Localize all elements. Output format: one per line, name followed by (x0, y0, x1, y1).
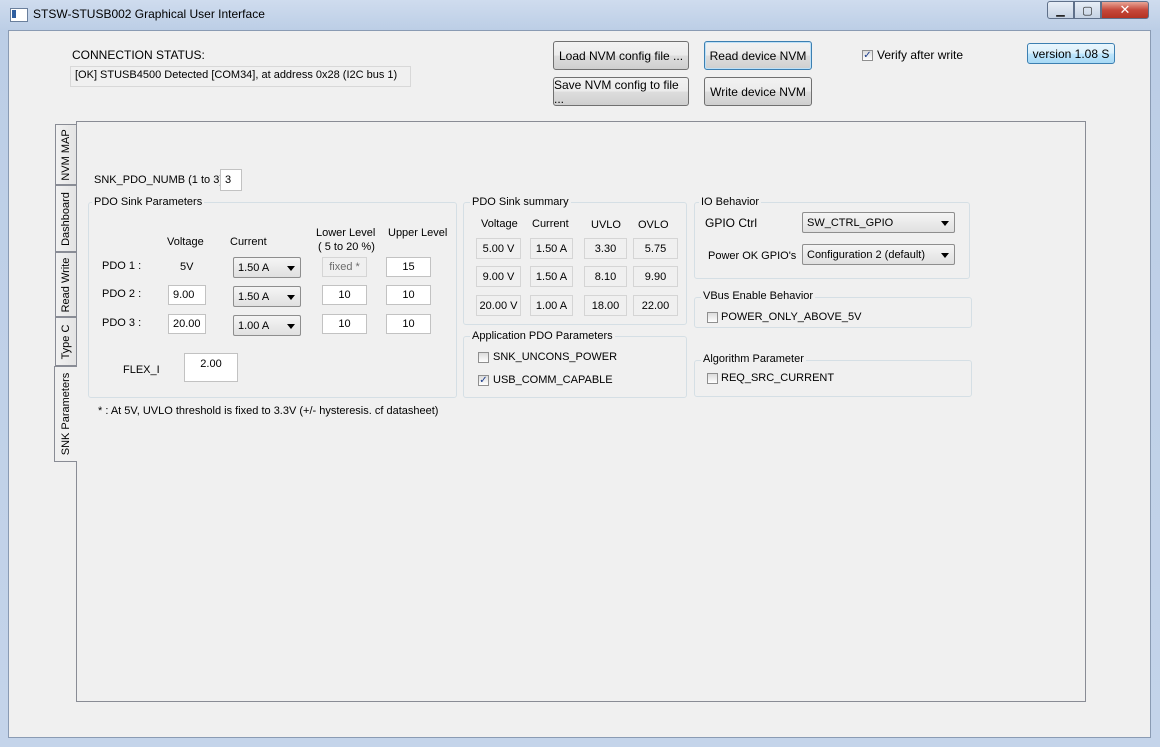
connection-status-field: [OK] STUSB4500 Detected [COM34], at addr… (70, 66, 411, 87)
close-button[interactable]: ✕ (1101, 1, 1149, 19)
load-nvm-config-button[interactable]: Load NVM config file ... (553, 41, 689, 70)
window-title: STSW-STUSB002 Graphical User Interface (33, 7, 265, 21)
snk-uncons-power-checkbox[interactable] (478, 352, 489, 363)
read-device-nvm-button[interactable]: Read device NVM (704, 41, 812, 70)
pdo2-current-select[interactable]: 1.50 A (233, 286, 301, 307)
summary-header-ovlo: OVLO (638, 219, 669, 231)
usb-comm-capable-checkbox[interactable]: ✓ (478, 375, 489, 386)
summary-cell: 20.00 V (476, 295, 521, 316)
verify-after-write-checkbox[interactable]: ✓ (862, 50, 873, 61)
title-bar: STSW-STUSB002 Graphical User Interface ▁… (0, 0, 1160, 28)
flex-i-label: FLEX_I (123, 364, 160, 376)
application-pdo-parameters-group (463, 336, 687, 398)
summary-cell: 22.00 (633, 295, 678, 316)
gpio-ctrl-label: GPIO Ctrl (705, 216, 758, 230)
application-pdo-parameters-title: Application PDO Parameters (470, 330, 615, 342)
tab-snk-parameters-label: SNK Parameters (60, 372, 72, 456)
summary-cell: 1.50 A (530, 266, 573, 287)
write-device-nvm-button[interactable]: Write device NVM (704, 77, 812, 106)
pdo-sink-parameters-title: PDO Sink Parameters (92, 196, 205, 208)
summary-cell: 5.75 (633, 238, 678, 259)
tab-snk-parameters[interactable]: SNK Parameters (54, 366, 77, 462)
summary-cell: 9.90 (633, 266, 678, 287)
col-lower-level-header: Lower Level (316, 227, 376, 239)
pdo-sink-summary-title: PDO Sink summary (470, 196, 571, 208)
app-icon (10, 8, 28, 22)
chevron-down-icon (287, 323, 295, 329)
chevron-down-icon (287, 294, 295, 300)
usb-comm-capable-label: USB_COMM_CAPABLE (493, 374, 613, 386)
pdo1-label: PDO 1 : (102, 260, 142, 272)
pdo3-lower-level-input[interactable]: 10 (322, 314, 367, 334)
summary-cell: 9.00 V (476, 266, 521, 287)
verify-after-write-label: Verify after write (877, 48, 964, 62)
uvlo-footnote: * : At 5V, UVLO threshold is fixed to 3.… (98, 405, 439, 417)
summary-header-voltage: Voltage (481, 218, 518, 230)
tab-nvm-map-label: NVM MAP (60, 128, 72, 181)
pdo1-current-select[interactable]: 1.50 A (233, 257, 301, 278)
chevron-down-icon (287, 265, 295, 271)
power-ok-gpio-select[interactable]: Configuration 2 (default) (802, 244, 955, 265)
pdo1-lower-level: fixed * (322, 257, 367, 277)
pdo3-label: PDO 3 : (102, 317, 142, 329)
power-ok-gpio-value: Configuration 2 (default) (807, 248, 926, 261)
tab-dashboard[interactable]: Dashboard (55, 185, 76, 252)
save-nvm-config-button[interactable]: Save NVM config to file ... (553, 77, 689, 106)
summary-cell: 1.50 A (530, 238, 573, 259)
maximize-button[interactable]: ▢ (1074, 1, 1101, 19)
minimize-button[interactable]: ▁ (1047, 1, 1074, 19)
gpio-ctrl-value: SW_CTRL_GPIO (807, 216, 894, 229)
chevron-down-icon (941, 252, 949, 258)
pdo2-current-value: 1.50 A (238, 290, 270, 303)
power-only-above-5v-checkbox[interactable] (707, 312, 718, 323)
pdo3-current-value: 1.00 A (238, 319, 270, 332)
power-ok-gpio-label: Power OK GPIO's (708, 250, 797, 262)
connection-status-label: CONNECTION STATUS: (72, 48, 205, 62)
col-lower-level-range: ( 5 to 20 %) (318, 241, 375, 253)
power-only-above-5v-label: POWER_ONLY_ABOVE_5V (721, 311, 862, 323)
summary-cell: 18.00 (584, 295, 627, 316)
req-src-current-label: REQ_SRC_CURRENT (721, 372, 835, 384)
pdo2-lower-level-input[interactable]: 10 (322, 285, 367, 305)
snk-pdo-numb-label: SNK_PDO_NUMB (1 to 3) (94, 174, 223, 186)
pdo3-upper-level-input[interactable]: 10 (386, 314, 431, 334)
summary-cell: 5.00 V (476, 238, 521, 259)
tab-type-c[interactable]: Type C (55, 317, 76, 366)
pdo2-voltage-input[interactable]: 9.00 (168, 285, 206, 305)
col-upper-level-header: Upper Level (388, 227, 448, 239)
pdo1-upper-level-input[interactable]: 15 (386, 257, 431, 277)
tab-nvm-map[interactable]: NVM MAP (55, 124, 76, 185)
tab-read-write[interactable]: Read Write (55, 252, 76, 317)
pdo2-label: PDO 2 : (102, 288, 142, 300)
version-button[interactable]: version 1.08 S (1027, 43, 1115, 64)
snk-uncons-power-label: SNK_UNCONS_POWER (493, 351, 618, 363)
summary-header-current: Current (532, 218, 569, 230)
col-voltage-header: Voltage (167, 236, 204, 248)
pdo3-voltage-input[interactable]: 20.00 (168, 314, 206, 334)
algorithm-parameter-title: Algorithm Parameter (701, 353, 806, 365)
pdo1-current-value: 1.50 A (238, 261, 270, 274)
io-behavior-title: IO Behavior (699, 196, 762, 208)
pdo3-current-select[interactable]: 1.00 A (233, 315, 301, 336)
summary-header-uvlo: UVLO (591, 219, 621, 231)
req-src-current-checkbox[interactable] (707, 373, 718, 384)
pdo2-upper-level-input[interactable]: 10 (386, 285, 431, 305)
tab-read-write-label: Read Write (60, 257, 72, 312)
summary-cell: 8.10 (584, 266, 627, 287)
summary-cell: 1.00 A (530, 295, 573, 316)
vbus-enable-behavior-title: VBus Enable Behavior (701, 290, 816, 302)
tab-type-c-label: Type C (60, 324, 72, 359)
gpio-ctrl-select[interactable]: SW_CTRL_GPIO (802, 212, 955, 233)
chevron-down-icon (941, 220, 949, 226)
pdo1-voltage: 5V (180, 261, 194, 273)
col-current-header: Current (230, 236, 267, 248)
summary-cell: 3.30 (584, 238, 627, 259)
tab-dashboard-label: Dashboard (60, 191, 72, 246)
snk-pdo-numb-input[interactable]: 3 (220, 169, 242, 191)
flex-i-input[interactable]: 2.00 (184, 353, 238, 382)
